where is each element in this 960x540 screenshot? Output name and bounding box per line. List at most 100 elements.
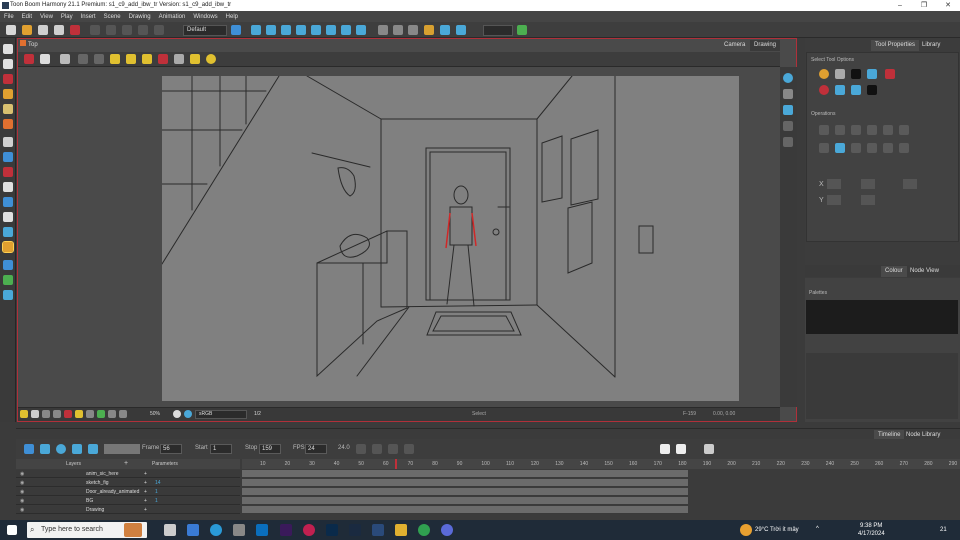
sound-icon[interactable]: [72, 444, 82, 454]
grid-icon[interactable]: [60, 54, 70, 64]
color-space-icon[interactable]: [184, 410, 192, 418]
layers-view-icon[interactable]: [783, 105, 793, 115]
mask-icon[interactable]: [31, 410, 39, 418]
flip-v-icon[interactable]: [835, 125, 845, 135]
layer-add-icon[interactable]: +: [144, 470, 147, 478]
add-layer-plus-icon[interactable]: +: [124, 459, 128, 469]
deform-chain-icon[interactable]: [408, 25, 418, 35]
notification-count[interactable]: 21: [940, 527, 947, 533]
harmony-icon[interactable]: [372, 524, 384, 536]
motion-icon[interactable]: [456, 25, 466, 35]
zoom-level[interactable]: 50%: [150, 411, 160, 417]
chrome-icon[interactable]: [418, 524, 430, 536]
select-by-color-icon[interactable]: [819, 85, 829, 95]
lock-icon[interactable]: [94, 54, 104, 64]
mail-icon[interactable]: [256, 524, 268, 536]
menu-insert[interactable]: Insert: [81, 14, 96, 20]
permanent-selection-icon[interactable]: [835, 85, 845, 95]
layer-add-icon[interactable]: +: [144, 488, 147, 496]
tab-tool-properties[interactable]: Tool Properties: [871, 40, 920, 51]
y-field[interactable]: [827, 195, 841, 205]
file-explorer-icon[interactable]: [187, 524, 199, 536]
layer-select[interactable]: [483, 25, 513, 36]
weather-text[interactable]: 29°C Trời ít mây: [755, 527, 799, 533]
layer-row[interactable]: ◉ sketch_fig + 14: [16, 479, 240, 487]
tab-drawing[interactable]: Drawing: [750, 40, 781, 51]
layer-add-icon[interactable]: +: [144, 479, 147, 487]
spline-offset-icon[interactable]: [326, 25, 336, 35]
paint-lock-icon[interactable]: [110, 54, 120, 64]
snap-contour-icon[interactable]: [885, 69, 895, 79]
shape-tool-icon[interactable]: [3, 152, 13, 162]
x-field[interactable]: [827, 179, 841, 189]
create-line-art-icon[interactable]: [851, 143, 861, 153]
settings-icon[interactable]: [40, 54, 50, 64]
steam-icon[interactable]: [349, 524, 361, 536]
pencil-tool-icon[interactable]: [3, 89, 13, 99]
maximize-button[interactable]: ❐: [912, 0, 936, 11]
width-field[interactable]: [861, 179, 875, 189]
text-tool-icon[interactable]: [3, 137, 13, 147]
frame-ruler[interactable]: 10 20 30 40 50 60 70 80 90 100 110 120 130 140 150 160 1…: [242, 459, 960, 469]
tab-camera[interactable]: Camera: [720, 40, 750, 51]
playback-speed-slider[interactable]: [104, 444, 140, 454]
workspace-select[interactable]: Default: [183, 25, 227, 36]
open-folder-icon[interactable]: [22, 25, 32, 35]
playhead[interactable]: [395, 459, 397, 469]
paste-icon[interactable]: [154, 25, 164, 35]
rotate-view-icon[interactable]: [3, 260, 13, 270]
tab-node-view[interactable]: Node View: [906, 266, 943, 277]
cutter-tool-icon[interactable]: [3, 104, 13, 114]
menu-scene[interactable]: Scene: [104, 14, 121, 20]
copy-icon[interactable]: [138, 25, 148, 35]
cut-icon[interactable]: [122, 25, 132, 35]
onion-skin-icon[interactable]: [24, 54, 34, 64]
menu-help[interactable]: Help: [226, 14, 238, 20]
frame-input[interactable]: 56: [160, 444, 182, 454]
menu-animation[interactable]: Animation: [159, 14, 186, 20]
play-icon[interactable]: [388, 444, 398, 454]
eraser-tool-icon[interactable]: [3, 119, 13, 129]
grid-small-icon[interactable]: [42, 410, 50, 418]
visibility-icon[interactable]: ◉: [20, 479, 24, 487]
auto-fill-icon[interactable]: [190, 54, 200, 64]
opera-icon[interactable]: [303, 524, 315, 536]
morph-tool-icon[interactable]: [3, 275, 13, 285]
scale-icon[interactable]: [281, 25, 291, 35]
sketch-pen-icon[interactable]: [517, 25, 527, 35]
menu-view[interactable]: View: [40, 14, 53, 20]
reposition-tool-icon[interactable]: [3, 290, 13, 300]
tab-library[interactable]: Library: [918, 40, 944, 51]
layer-row[interactable]: ◉ anim_sic_here +: [16, 470, 240, 478]
apply-to-all-icon[interactable]: [851, 85, 861, 95]
sound-scrub-icon[interactable]: [88, 444, 98, 454]
layer-properties-icon[interactable]: [24, 444, 34, 454]
flip-h-icon[interactable]: [819, 125, 829, 135]
layer-add-icon[interactable]: +: [144, 506, 147, 514]
workspace-manager-icon[interactable]: [231, 25, 241, 35]
flip-icon[interactable]: [108, 410, 116, 418]
start-input[interactable]: 1: [210, 444, 232, 454]
next-frame-icon[interactable]: [404, 444, 414, 454]
store-icon[interactable]: [233, 524, 245, 536]
frame-field[interactable]: 1/2: [254, 411, 261, 417]
visibility-icon[interactable]: ◉: [20, 497, 24, 505]
reset-view-icon[interactable]: [783, 73, 793, 83]
frame-track[interactable]: [242, 479, 688, 487]
palette-icon[interactable]: [97, 410, 105, 418]
palette-list[interactable]: [806, 300, 958, 334]
brush-tool-icon[interactable]: [3, 74, 13, 84]
layer-row[interactable]: ◉ Drawing +: [16, 506, 240, 514]
frame-track[interactable]: [242, 470, 688, 478]
new-scene-icon[interactable]: [6, 25, 16, 35]
view-tab-top[interactable]: Top: [20, 40, 38, 51]
snap-align-icon[interactable]: [867, 69, 877, 79]
maintain-size-icon[interactable]: [311, 25, 321, 35]
tab-colour[interactable]: Colour: [881, 266, 907, 277]
prev-frame-icon[interactable]: [372, 444, 382, 454]
layer-row[interactable]: ◉ BG + 1: [16, 497, 240, 505]
palettes-label[interactable]: Palettes: [809, 290, 827, 296]
menu-file[interactable]: File: [4, 14, 14, 20]
menu-play[interactable]: Play: [61, 14, 73, 20]
color-mode-icon[interactable]: [64, 410, 72, 418]
